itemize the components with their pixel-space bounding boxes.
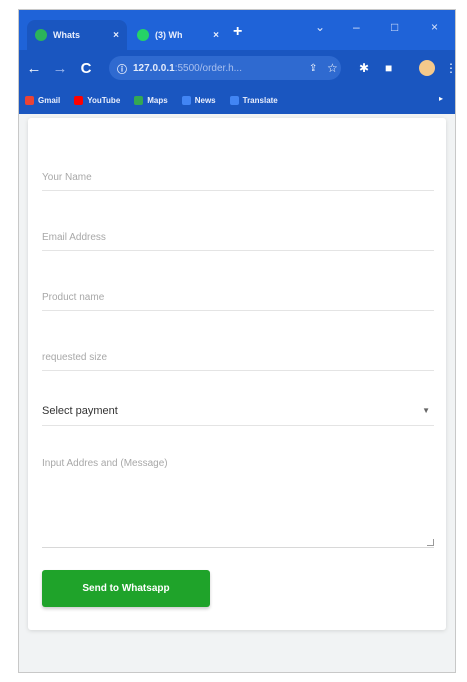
bookmark-gmail[interactable]: Gmail (25, 95, 61, 105)
share-icon[interactable]: ⇪ (309, 63, 317, 75)
youtube-icon (74, 95, 84, 105)
profile-avatar[interactable] (419, 60, 435, 76)
extensions-icon[interactable]: ✱ (359, 62, 369, 74)
bookmark-news[interactable]: News (181, 95, 216, 105)
email-field (42, 224, 434, 251)
bookmark-maps[interactable]: Maps (134, 95, 168, 105)
toolbar: ← → C ⓘ 127.0.0.1 :5500/order.h... ⇪ ☆ ✱… (19, 50, 455, 86)
minimize-button[interactable]: – (353, 20, 360, 34)
info-icon[interactable]: ⓘ (117, 61, 127, 76)
url-path: :5500/order.h... (174, 62, 242, 74)
product-input[interactable] (42, 284, 434, 310)
tab-inactive[interactable]: (3) Wh × (129, 20, 227, 50)
message-field (42, 458, 434, 548)
gmail-icon (25, 95, 34, 105)
back-button[interactable]: ← (23, 60, 45, 77)
maps-icon (134, 95, 144, 105)
chevron-down-icon: ▼ (422, 406, 430, 415)
tab-title: Whats (53, 30, 80, 40)
payment-select-value: Select payment (42, 404, 118, 417)
maximize-button[interactable]: □ (391, 20, 398, 34)
reload-button[interactable]: C (75, 60, 97, 77)
tab-favicon-icon (35, 29, 47, 41)
tab-search-icon[interactable]: ⌄ (315, 20, 325, 34)
bookmark-youtube[interactable]: YouTube (74, 95, 121, 105)
translate-icon (229, 95, 239, 105)
email-input[interactable] (42, 224, 434, 250)
forward-button[interactable]: → (49, 60, 71, 77)
name-field (42, 164, 434, 191)
sidebar-icon[interactable]: ■ (385, 62, 392, 74)
size-input[interactable] (42, 344, 434, 370)
send-to-whatsapp-button[interactable]: Send to Whatsapp (42, 570, 210, 607)
product-field (42, 284, 434, 311)
tab-strip: Whats × (3) Wh × + ⌄ – □ × (19, 10, 455, 50)
bookmark-label: Maps (147, 95, 168, 105)
bookmark-label: Translate (242, 95, 278, 105)
tab-close-icon[interactable]: × (213, 30, 219, 41)
url-host: 127.0.0.1 (133, 62, 175, 74)
tab-active[interactable]: Whats × (27, 20, 127, 50)
page-content: Select payment ▼ Send to Whatsapp (19, 114, 455, 672)
close-window-button[interactable]: × (431, 20, 438, 34)
bookmark-label: YouTube (87, 95, 121, 105)
address-bar[interactable]: ⓘ 127.0.0.1 :5500/order.h... (109, 56, 341, 80)
bookmark-translate[interactable]: Translate (229, 95, 278, 105)
new-tab-button[interactable]: + (233, 24, 242, 40)
payment-select[interactable]: Select payment ▼ (42, 396, 434, 426)
menu-icon[interactable]: ⋮ (445, 62, 455, 74)
news-icon (181, 95, 191, 105)
name-input[interactable] (42, 164, 434, 190)
resize-handle-icon[interactable] (427, 539, 434, 546)
bookmark-label: News (194, 95, 216, 105)
bookmarks-bar: Gmail YouTube Maps News Translate ▸ (19, 86, 455, 114)
order-form: Select payment ▼ Send to Whatsapp (28, 118, 446, 630)
whatsapp-icon (137, 29, 149, 41)
tab-title: (3) Wh (155, 30, 183, 40)
browser-window: Whats × (3) Wh × + ⌄ – □ × ← → C ⓘ 127.0… (18, 9, 456, 673)
tab-close-icon[interactable]: × (113, 30, 119, 41)
bookmark-star-icon[interactable]: ☆ (327, 62, 338, 74)
message-textarea[interactable] (42, 458, 434, 546)
bookmark-label: Gmail (38, 95, 61, 105)
bookmarks-more-icon[interactable]: ▸ (439, 94, 443, 103)
size-field (42, 344, 434, 371)
